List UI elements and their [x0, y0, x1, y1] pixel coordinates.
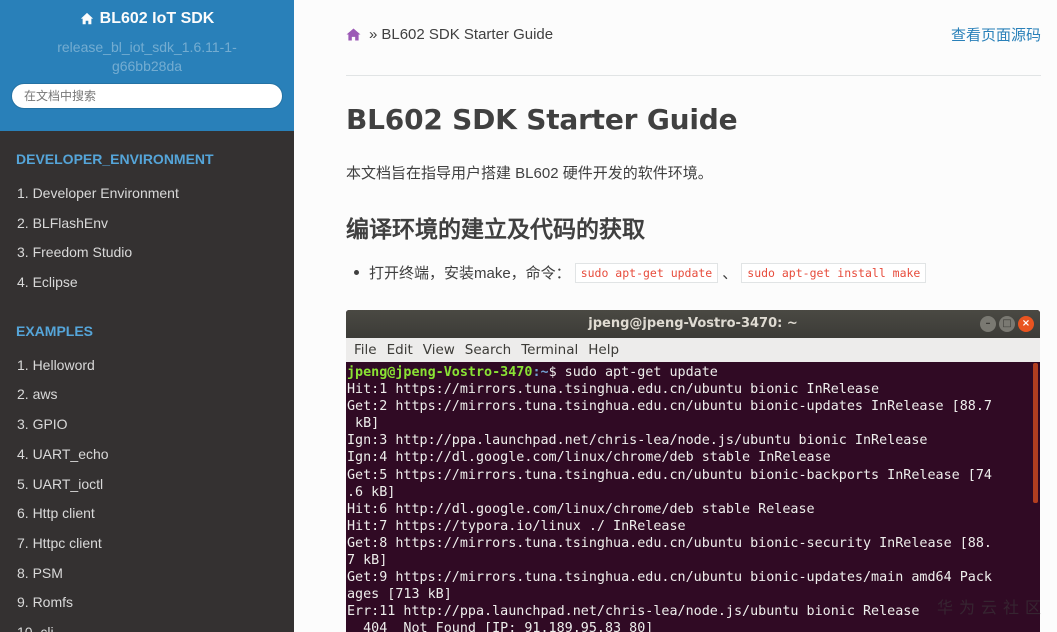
nav-item-romfs[interactable]: 9. Romfs — [0, 588, 294, 618]
nav-list-examples: 1. Helloword 2. aws 3. GPIO 4. UART_echo… — [0, 351, 294, 632]
terminal-screenshot: jpeng@jpeng-Vostro-3470: ~ – □ × File Ed… — [346, 310, 1040, 632]
minimize-icon: – — [980, 316, 996, 332]
terminal-line: .6 kB] — [347, 484, 396, 500]
prompt-command: $ sudo apt-get update — [548, 365, 718, 380]
code-separator: 、 — [722, 265, 738, 282]
search-input[interactable] — [11, 83, 283, 109]
nav-list-developer-environment: 1. Developer Environment 2. BLFlashEnv 3… — [0, 179, 294, 298]
terminal-line: Ign:4 http://dl.google.com/linux/chrome/… — [347, 450, 831, 466]
nav-item-cli[interactable]: 10. cli — [0, 618, 294, 632]
nav-item-helloword[interactable]: 1. Helloword — [0, 351, 294, 381]
prompt-path: :~ — [532, 365, 549, 380]
nav-item-psm[interactable]: 8. PSM — [0, 559, 294, 589]
terminal-line: Ign:3 http://ppa.launchpad.net/chris-lea… — [347, 433, 928, 449]
terminal-output: jpeng@jpeng-Vostro-3470:~$ sudo apt-get … — [346, 362, 1040, 632]
project-title-link[interactable]: BL602 IoT SDK — [80, 10, 215, 28]
nav-caption-examples: EXAMPLES — [16, 322, 94, 339]
nav-item-blflashenv[interactable]: 2. BLFlashEnv — [0, 209, 294, 239]
nav-item-aws[interactable]: 2. aws — [0, 380, 294, 410]
project-title: BL602 IoT SDK — [99, 10, 215, 27]
code-apt-update: sudo apt-get update — [574, 262, 719, 283]
main-content: » BL602 SDK Starter Guide 查看页面源码 BL602 S… — [294, 0, 1057, 632]
menu-help: Help — [588, 342, 620, 358]
sidebar: BL602 IoT SDK release_bl_iot_sdk_1.6.11-… — [0, 0, 294, 632]
terminal-line: Hit:1 https://mirrors.tuna.tsinghua.edu.… — [347, 382, 880, 398]
prompt-user: jpeng@jpeng-Vostro-3470 — [347, 365, 533, 380]
nav-item-http-client[interactable]: 6. Http client — [0, 499, 294, 529]
breadcrumb-home-icon[interactable] — [346, 27, 361, 41]
terminal-scrollbar — [1033, 363, 1038, 503]
watermark: 华为云社区 — [936, 600, 1047, 617]
nav-item-eclipse[interactable]: 4. Eclipse — [0, 268, 294, 298]
terminal-line: Hit:7 https://typora.io/linux ./ InRelea… — [347, 518, 686, 534]
view-source-link[interactable]: 查看页面源码 — [951, 24, 1041, 45]
breadcrumb: » BL602 SDK Starter Guide 查看页面源码 — [346, 22, 1041, 46]
terminal-line: Hit:6 http://dl.google.com/linux/chrome/… — [347, 501, 815, 517]
breadcrumb-separator: » — [369, 25, 378, 43]
terminal-line: Get:2 https://mirrors.tuna.tsinghua.edu.… — [347, 399, 992, 415]
window-controls: – □ × — [980, 316, 1034, 332]
menu-file: File — [354, 342, 377, 358]
nav-item-gpio[interactable]: 3. GPIO — [0, 410, 294, 440]
bullet-dot — [354, 270, 359, 275]
nav-item-httpc-client[interactable]: 7. Httpc client — [0, 529, 294, 559]
terminal-prompt-line: jpeng@jpeng-Vostro-3470:~$ sudo apt-get … — [347, 364, 1039, 381]
version-label: release_bl_iot_sdk_1.6.11-1-g66bb28da — [57, 39, 237, 74]
section-heading: 编译环境的建立及代码的获取 — [346, 216, 645, 242]
close-icon: × — [1018, 316, 1034, 332]
home-icon — [80, 12, 93, 25]
terminal-line: ages [713 kB] — [347, 587, 452, 603]
sidebar-header: BL602 IoT SDK release_bl_iot_sdk_1.6.11-… — [0, 0, 294, 131]
code-apt-install-make: sudo apt-get install make — [741, 262, 927, 283]
nav-item-freedom-studio[interactable]: 3. Freedom Studio — [0, 238, 294, 268]
menu-view: View — [422, 342, 455, 358]
terminal-line: 404 Not Found [IP: 91.189.95.83 80] — [347, 621, 654, 632]
terminal-line: Err:11 http://ppa.launchpad.net/chris-le… — [347, 604, 920, 620]
header-divider — [346, 75, 1041, 76]
menu-terminal: Terminal — [521, 342, 579, 358]
nav-caption-developer-environment: DEVELOPER_ENVIRONMENT — [16, 151, 214, 167]
terminal-line: Get:9 https://mirrors.tuna.tsinghua.edu.… — [347, 570, 992, 586]
nav-item-uart-ioctl[interactable]: 5. UART_ioctl — [0, 470, 294, 500]
terminal-line: Get:8 https://mirrors.tuna.tsinghua.edu.… — [347, 535, 992, 551]
breadcrumb-current: BL602 SDK Starter Guide — [381, 25, 554, 43]
terminal-line: kB] — [347, 416, 380, 432]
terminal-title: jpeng@jpeng-Vostro-3470: ~ — [588, 316, 798, 331]
nav-item-uart-echo[interactable]: 4. UART_echo — [0, 440, 294, 470]
terminal-titlebar: jpeng@jpeng-Vostro-3470: ~ – □ × — [346, 310, 1040, 338]
page-title: BL602 SDK Starter Guide — [346, 103, 738, 136]
bullet-text: 打开终端，安装make，命令： — [369, 265, 571, 282]
list-item: 打开终端，安装make，命令： sudo apt-get update 、 su… — [354, 262, 930, 283]
menu-edit: Edit — [386, 342, 413, 358]
nav-item-developer-environment[interactable]: 1. Developer Environment — [0, 179, 294, 209]
terminal-line: Get:5 https://mirrors.tuna.tsinghua.edu.… — [347, 467, 992, 483]
terminal-line: 7 kB] — [347, 553, 388, 569]
terminal-menubar: File Edit View Search Terminal Help — [346, 338, 1040, 362]
intro-paragraph: 本文档旨在指导用户搭建 BL602 硬件开发的软件环境。 — [346, 165, 713, 182]
menu-search: Search — [464, 342, 512, 358]
maximize-icon: □ — [999, 316, 1015, 332]
